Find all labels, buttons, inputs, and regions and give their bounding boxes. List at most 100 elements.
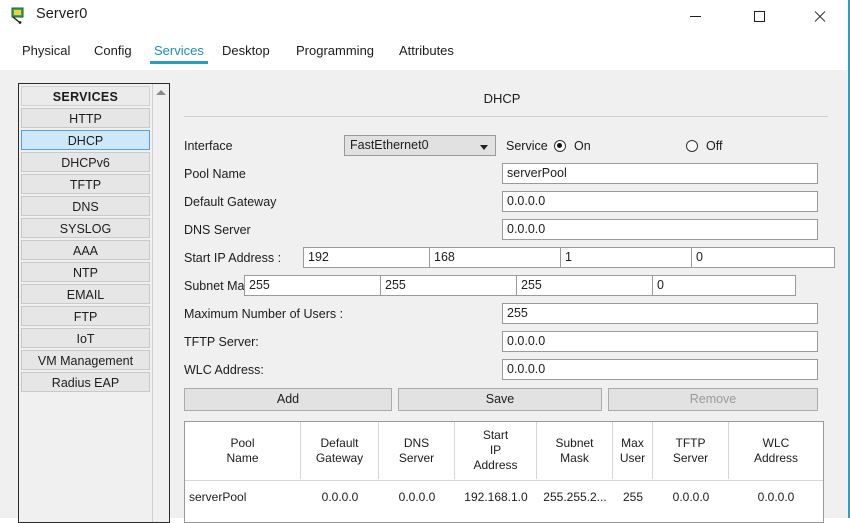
pool-name-row: Pool Name serverPool	[178, 163, 826, 185]
tab-services[interactable]: Services	[150, 41, 208, 64]
sidebar-item-dhcpv6[interactable]: DHCPv6	[21, 152, 150, 172]
server-icon	[11, 7, 24, 24]
sidebar-item-iot[interactable]: IoT	[21, 328, 150, 348]
column-header-subnet-mask: Subnet Mask	[537, 422, 613, 479]
tftp-server-label: TFTP Server:	[184, 335, 259, 349]
tab-physical[interactable]: Physical	[18, 41, 74, 60]
server-config-window: Server0 Physical Config Services Desktop…	[0, 0, 850, 523]
sidebar-item-ftp[interactable]: FTP	[21, 306, 150, 326]
service-label: Service	[506, 139, 548, 153]
interface-label: Interface	[184, 139, 233, 153]
cell-tftp-server: 0.0.0.0	[672, 490, 710, 504]
column-header-dns-server: DNS Server	[379, 422, 455, 479]
pool-name-input[interactable]: serverPool	[502, 163, 818, 184]
sidebar-item-syslog[interactable]: SYSLOG	[21, 218, 150, 238]
minimize-button[interactable]	[672, 0, 718, 32]
subnet-mask-octet-1[interactable]: 255	[244, 275, 388, 296]
content-panel: SERVICES HTTP DHCP DHCPv6 TFTP DNS SYSLO…	[0, 70, 848, 523]
subnet-mask-octet-4[interactable]: 0	[652, 275, 796, 296]
sidebar-item-tftp[interactable]: TFTP	[21, 174, 150, 194]
interface-select[interactable]: FastEthernet0	[344, 135, 496, 156]
dns-server-input[interactable]: 0.0.0.0	[502, 219, 818, 240]
chevron-up-icon[interactable]	[156, 90, 166, 95]
minimize-icon	[689, 15, 701, 17]
service-on-radio[interactable]	[554, 140, 566, 152]
cell-subnet-mask: 255.255.2...	[543, 490, 607, 504]
column-header-tftp-server: TFTP Server	[653, 422, 729, 479]
cell-wlc-address: 0.0.0.0	[757, 490, 795, 504]
start-ip-label: Start IP Address :	[184, 251, 282, 265]
cell-default-gateway: 0.0.0.0	[321, 490, 359, 504]
max-users-input[interactable]: 255	[502, 303, 818, 324]
column-header-pool-name: Pool Name	[185, 422, 301, 479]
sidebar-item-email[interactable]: EMAIL	[21, 284, 150, 304]
sidebar-scrollbar[interactable]	[152, 84, 169, 522]
service-off-radio[interactable]	[686, 140, 698, 152]
title-bar: Server0	[0, 0, 848, 32]
services-list: SERVICES HTTP DHCP DHCPv6 TFTP DNS SYSLO…	[19, 84, 152, 394]
subnet-mask-octet-2[interactable]: 255	[380, 275, 524, 296]
table-header-row: Pool Name Default Gateway DNS Server Start I…	[185, 422, 823, 481]
start-ip-octet-3[interactable]: 1	[560, 247, 704, 268]
tftp-server-row: TFTP Server: 0.0.0.0	[178, 331, 826, 353]
cell-pool-name: serverPool	[189, 490, 247, 504]
tab-attributes[interactable]: Attributes	[395, 41, 458, 60]
add-button[interactable]: Add	[184, 388, 392, 411]
title-divider	[184, 116, 828, 117]
sidebar-header: SERVICES	[21, 86, 150, 106]
cell-dns-server: 0.0.0.0	[398, 490, 436, 504]
maximize-button[interactable]	[736, 0, 782, 32]
action-button-row: Add Save Remove	[178, 388, 826, 411]
page-title: DHCP	[483, 91, 521, 106]
start-ip-row: Start IP Address : 192 168 1 0	[178, 247, 835, 269]
sidebar-item-aaa[interactable]: AAA	[21, 240, 150, 260]
start-ip-octet-2[interactable]: 168	[429, 247, 573, 268]
close-icon	[813, 10, 826, 23]
tab-desktop[interactable]: Desktop	[218, 41, 274, 60]
services-sidebar: SERVICES HTTP DHCP DHCPv6 TFTP DNS SYSLO…	[18, 83, 170, 523]
wlc-address-label: WLC Address:	[184, 363, 264, 377]
dhcp-pool-table: Pool Name Default Gateway DNS Server Start I…	[184, 421, 824, 523]
column-header-max-user: Max User	[613, 422, 653, 479]
subnet-mask-octet-3[interactable]: 255	[516, 275, 660, 296]
interface-row: Interface FastEthernet0 Service On Off	[178, 135, 826, 157]
tab-config[interactable]: Config	[90, 41, 136, 60]
interface-select-value: FastEthernet0	[350, 138, 429, 152]
default-gateway-input[interactable]: 0.0.0.0	[502, 191, 818, 212]
column-header-default-gateway: Default Gateway	[301, 422, 379, 479]
dns-server-row: DNS Server 0.0.0.0	[178, 219, 826, 241]
cell-max-user: 255	[622, 490, 644, 504]
max-users-label: Maximum Number of Users :	[184, 307, 344, 321]
wlc-address-input[interactable]: 0.0.0.0	[502, 359, 818, 380]
sidebar-item-vm-management[interactable]: VM Management	[21, 350, 150, 370]
tab-programming[interactable]: Programming	[292, 41, 378, 60]
start-ip-octet-1[interactable]: 192	[303, 247, 447, 268]
remove-button: Remove	[608, 388, 818, 411]
sidebar-item-dhcp[interactable]: DHCP	[21, 130, 150, 150]
sidebar-item-radius-eap[interactable]: Radius EAP	[21, 372, 150, 392]
maximize-icon	[753, 10, 765, 22]
tftp-server-input[interactable]: 0.0.0.0	[502, 331, 818, 352]
tab-bar: Physical Config Services Desktop Program…	[0, 32, 848, 70]
max-users-row: Maximum Number of Users : 255	[178, 303, 826, 325]
subnet-mask-row: Subnet Mask: 255 255 255 0	[178, 275, 826, 297]
sidebar-item-http[interactable]: HTTP	[21, 108, 150, 128]
sidebar-item-dns[interactable]: DNS	[21, 196, 150, 216]
default-gateway-label: Default Gateway	[184, 195, 277, 209]
save-button[interactable]: Save	[398, 388, 602, 411]
dhcp-form: DHCP Interface FastEthernet0 Service On …	[178, 83, 838, 523]
wlc-address-row: WLC Address: 0.0.0.0	[178, 359, 826, 381]
sidebar-item-ntp[interactable]: NTP	[21, 262, 150, 282]
default-gateway-row: Default Gateway 0.0.0.0	[178, 191, 826, 213]
service-off-label: Off	[706, 139, 723, 153]
dns-server-label: DNS Server	[184, 223, 251, 237]
close-button[interactable]	[796, 0, 842, 32]
cell-start-ip-address: 192.168.1.0	[464, 490, 528, 504]
start-ip-octet-4[interactable]: 0	[691, 247, 835, 268]
pool-name-label: Pool Name	[184, 167, 246, 181]
column-header-start-ip-address: Start IP Address	[455, 422, 537, 479]
chevron-down-icon	[480, 145, 488, 150]
column-header-wlc-address: WLC Address	[753, 435, 799, 465]
service-on-label: On	[574, 139, 591, 153]
window-title: Server0	[36, 6, 88, 22]
